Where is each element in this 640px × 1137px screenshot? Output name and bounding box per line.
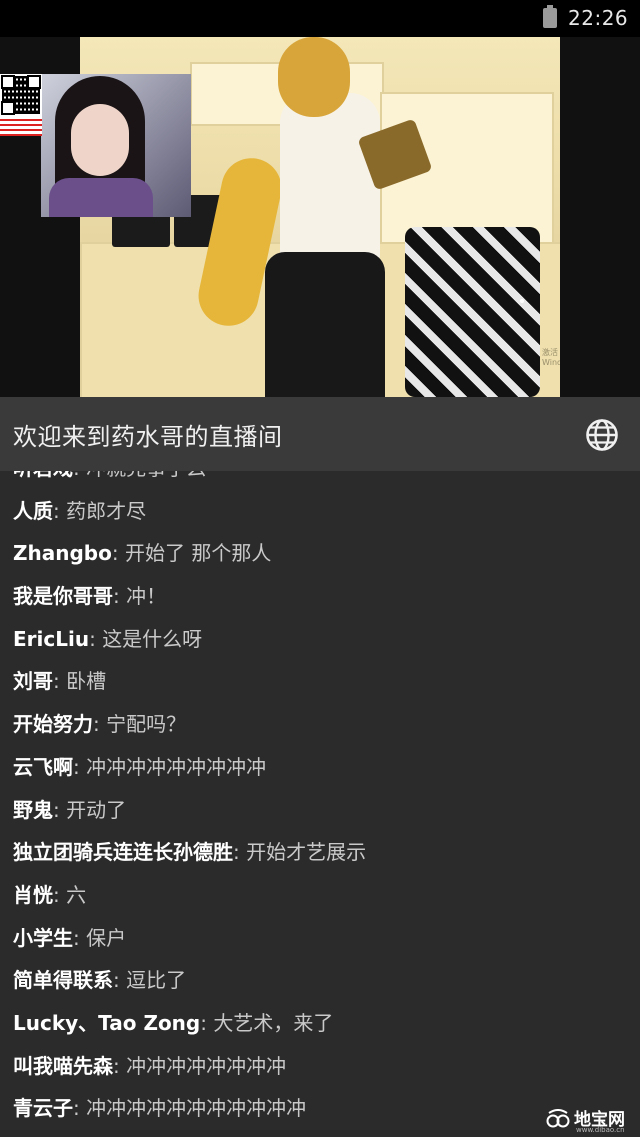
chat-separator: : bbox=[73, 1096, 87, 1121]
chat-message-list[interactable]: 听君戏: 冲就完事了么人质: 药郎才尽Zhangbo: 开始了 那个那人我是你哥… bbox=[0, 471, 640, 1130]
chat-separator: : bbox=[73, 925, 87, 950]
chat-separator: : bbox=[73, 471, 86, 480]
chat-text: 保户 bbox=[86, 925, 127, 950]
site-watermark: 地宝网 www.dibao.cn bbox=[546, 1103, 640, 1137]
chat-message: 我是你哥哥: 冲！ bbox=[0, 575, 640, 618]
chat-message: 云飞啊: 冲冲冲冲冲冲冲冲冲 bbox=[0, 746, 640, 789]
chat-separator: : bbox=[73, 754, 87, 779]
chat-username[interactable]: Zhangbo bbox=[13, 541, 112, 565]
chat-message: Zhangbo: 开始了 那个那人 bbox=[0, 532, 640, 575]
chat-separator: : bbox=[53, 669, 67, 694]
chat-message: EricLiu: 这是什么呀 bbox=[0, 618, 640, 661]
chat-message: 独立团骑兵连连长孙德胜: 开始才艺展示 bbox=[0, 831, 640, 874]
chat-username[interactable]: 云飞啊 bbox=[13, 755, 73, 779]
chat-message: 肖恍: 六 bbox=[0, 874, 640, 917]
room-title: 欢迎来到药水哥的直播间 bbox=[13, 423, 283, 451]
chat-username[interactable]: Lucky、Tao Zong bbox=[13, 1011, 200, 1035]
chat-text: 开动了 bbox=[66, 797, 127, 822]
chat-separator: : bbox=[111, 541, 125, 566]
chat-username[interactable]: 简单得联系 bbox=[13, 968, 113, 992]
chat-text: 逗比了 bbox=[126, 968, 187, 993]
chat-text: 冲就完事了么 bbox=[86, 471, 206, 480]
live-video-player[interactable]: 激活 Windows bbox=[0, 37, 640, 397]
chat-separator: : bbox=[113, 584, 127, 609]
room-title-bar: 欢迎来到药水哥的直播间 bbox=[0, 397, 640, 471]
chat-separator: : bbox=[53, 797, 67, 822]
chat-text: 冲冲冲冲冲冲冲冲 bbox=[126, 1053, 287, 1078]
chat-message: 野鬼: 开动了 bbox=[0, 789, 640, 832]
chat-panel[interactable]: 听君戏: 冲就完事了么人质: 药郎才尽Zhangbo: 开始了 那个那人我是你哥… bbox=[0, 471, 640, 1137]
qr-code-icon bbox=[0, 74, 42, 136]
chat-text: 卧槽 bbox=[66, 669, 107, 694]
site-logo-icon bbox=[546, 1109, 570, 1128]
chat-message: 青云子: 冲冲冲冲冲冲冲冲冲冲冲 bbox=[0, 1087, 640, 1130]
chat-message: Lucky、Tao Zong: 大艺术，来了 bbox=[0, 1002, 640, 1045]
chat-separator: : bbox=[93, 712, 107, 737]
chat-message: 刘哥: 卧槽 bbox=[0, 660, 640, 703]
chat-message: 人质: 药郎才尽 bbox=[0, 490, 640, 533]
chat-message: 开始努力: 宁配吗？ bbox=[0, 703, 640, 746]
battery-icon bbox=[543, 5, 557, 28]
windows-activation-watermark: 激活 Windows bbox=[542, 348, 560, 367]
chat-text: 大艺术，来了 bbox=[213, 1010, 334, 1035]
globe-icon[interactable] bbox=[585, 418, 619, 452]
chat-separator: : bbox=[113, 1053, 127, 1078]
chat-separator: : bbox=[53, 882, 67, 907]
chat-username[interactable]: 听君戏 bbox=[13, 471, 73, 480]
chat-separator: : bbox=[200, 1010, 214, 1035]
status-bar: 22:26 bbox=[0, 0, 640, 37]
chat-text: 冲！ bbox=[126, 584, 167, 609]
chat-text: 宁配吗？ bbox=[106, 712, 187, 737]
chat-username[interactable]: 肖恍 bbox=[13, 883, 53, 907]
site-url: www.dibao.cn bbox=[576, 1126, 625, 1134]
chat-username[interactable]: 野鬼 bbox=[13, 798, 53, 822]
chat-username[interactable]: 我是你哥哥 bbox=[13, 584, 113, 608]
chat-username[interactable]: EricLiu bbox=[13, 627, 89, 651]
chat-username[interactable]: 叫我喵先森 bbox=[13, 1054, 113, 1078]
chat-text: 开始才艺展示 bbox=[246, 840, 367, 865]
chat-text: 开始了 那个那人 bbox=[124, 541, 272, 566]
chat-message: 听君戏: 冲就完事了么 bbox=[0, 471, 640, 490]
chat-text: 冲冲冲冲冲冲冲冲冲冲冲 bbox=[86, 1096, 307, 1121]
chat-username[interactable]: 独立团骑兵连连长孙德胜 bbox=[13, 840, 233, 864]
chat-username[interactable]: 小学生 bbox=[13, 926, 73, 950]
chat-text: 六 bbox=[66, 882, 87, 907]
chat-separator: : bbox=[233, 840, 247, 865]
chat-text: 药郎才尽 bbox=[66, 498, 147, 523]
chat-message: 小学生: 保户 bbox=[0, 917, 640, 960]
chat-separator: : bbox=[89, 626, 103, 651]
chat-username[interactable]: 开始努力 bbox=[13, 712, 93, 736]
chat-text: 冲冲冲冲冲冲冲冲冲 bbox=[86, 754, 267, 779]
chat-text: 这是什么呀 bbox=[102, 626, 203, 651]
chat-message: 叫我喵先森: 冲冲冲冲冲冲冲冲 bbox=[0, 1045, 640, 1088]
co-host-pip-video[interactable] bbox=[41, 74, 191, 217]
chat-username[interactable]: 青云子 bbox=[13, 1096, 73, 1120]
chat-message: 简单得联系: 逗比了 bbox=[0, 959, 640, 1002]
chat-username[interactable]: 人质 bbox=[13, 499, 53, 523]
chat-separator: : bbox=[113, 968, 127, 993]
chat-username[interactable]: 刘哥 bbox=[13, 669, 53, 693]
status-time: 22:26 bbox=[568, 6, 629, 30]
chat-separator: : bbox=[53, 498, 67, 523]
